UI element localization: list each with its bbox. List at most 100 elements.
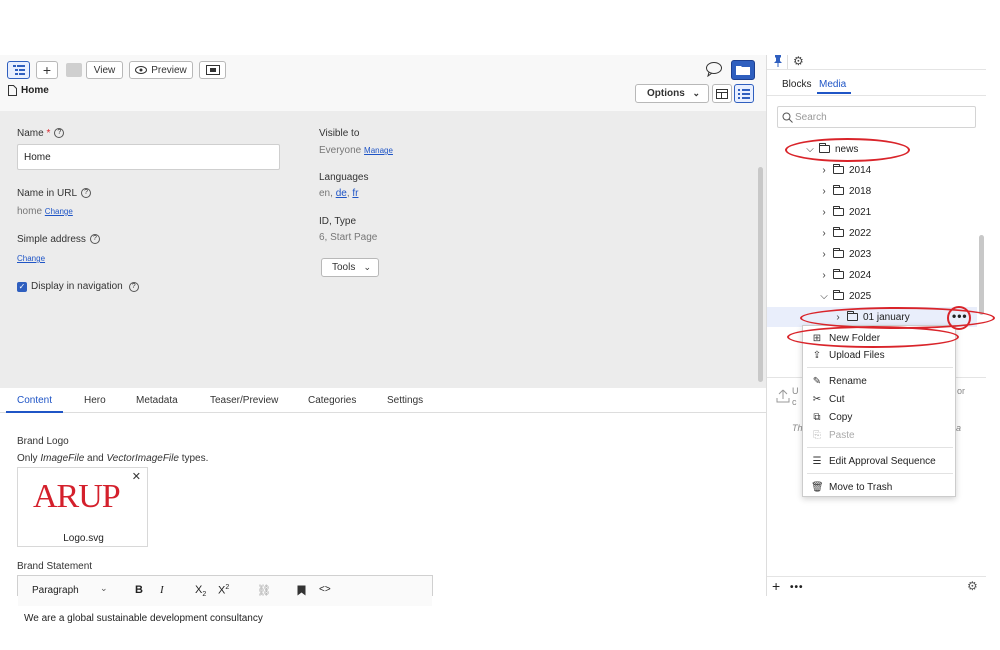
scrollbar[interactable] — [979, 235, 984, 315]
tab-media[interactable]: Media — [819, 79, 846, 90]
add-button[interactable]: + — [36, 61, 58, 79]
more-options-icon[interactable]: ••• — [952, 310, 968, 322]
brand-statement-text[interactable]: We are a global sustainable development … — [24, 613, 263, 624]
tree-item-2022[interactable]: › 2022 — [819, 223, 871, 243]
help-icon[interactable]: ? — [81, 188, 92, 199]
layout-list-button[interactable] — [734, 84, 754, 103]
tab-teaser-preview[interactable]: Teaser/Preview — [210, 395, 278, 406]
brand-logo-hint: Only ImageFile and VectorImageFile types… — [17, 453, 209, 464]
display-nav-checkbox[interactable]: ✓ — [17, 281, 27, 292]
fullscreen-button[interactable] — [199, 61, 226, 79]
drop-hint-partial: a — [956, 423, 962, 433]
help-icon[interactable]: ? — [128, 281, 139, 292]
superscript-icon[interactable]: X2 — [218, 584, 229, 597]
link-icon[interactable]: ⛓ — [257, 584, 271, 597]
menu-item-new-folder[interactable]: ⊞ New Folder — [811, 330, 880, 346]
tree-item-news[interactable]: ⌵ news — [805, 139, 858, 159]
drop-hint-partial: c — [792, 397, 797, 407]
menu-item-copy[interactable]: ⧉ Copy — [811, 409, 852, 425]
menu-item-upload-files[interactable]: ⇪ Upload Files — [811, 347, 885, 363]
tab-blocks[interactable]: Blocks — [782, 79, 811, 90]
folder-icon — [833, 185, 844, 195]
menu-item-cut[interactable]: ✂ Cut — [811, 391, 845, 407]
brand-logo-label: Brand Logo — [17, 436, 69, 447]
pin-icon[interactable] — [773, 55, 783, 70]
help-icon[interactable]: ? — [54, 128, 65, 139]
content-area: Brand Logo Only ImageFile and VectorImag… — [0, 413, 766, 624]
subscript-icon[interactable]: X2 — [195, 584, 206, 598]
paragraph-select[interactable]: Paragraph — [32, 585, 79, 596]
menu-item-rename[interactable]: ✎ Rename — [811, 373, 867, 389]
chevron-right-icon: › — [822, 185, 826, 197]
folder-icon — [833, 269, 844, 279]
italic-icon[interactable]: I — [160, 584, 164, 596]
menu-item-move-to-trash[interactable]: 🗑 Move to Trash — [811, 479, 892, 495]
tree-item-2024[interactable]: › 2024 — [819, 265, 871, 285]
toolbar: + View Preview Home Options ⌄ — [0, 55, 766, 111]
menu-item-edit-approval-sequence[interactable]: ☰ Edit Approval Sequence — [811, 453, 936, 469]
tools-dropdown[interactable]: Tools ⌄ — [321, 258, 379, 277]
logo-thumbnail[interactable]: ARUP ✕ Logo.svg — [17, 467, 148, 547]
options-dropdown[interactable]: Options ⌄ — [635, 84, 709, 103]
tab-settings[interactable]: Settings — [387, 395, 423, 406]
chevron-down-icon: ⌄ — [692, 88, 700, 98]
lang-de-link[interactable]: de — [336, 188, 347, 199]
name-in-url-label: Name in URL? — [17, 188, 92, 199]
chevron-down-icon: ⌵ — [806, 143, 814, 155]
chevron-down-icon: ⌄ — [100, 583, 108, 593]
lang-fr-link[interactable]: fr — [352, 188, 358, 199]
tab-hero[interactable]: Hero — [84, 395, 106, 406]
tree-item-2018[interactable]: › 2018 — [819, 181, 871, 201]
content-tabs: Content Hero Metadata Teaser/Preview Cat… — [0, 388, 766, 413]
tab-categories[interactable]: Categories — [308, 395, 356, 406]
change-url-link[interactable]: Change — [45, 207, 73, 216]
comment-icon[interactable] — [705, 61, 723, 78]
folder-icon — [833, 206, 844, 216]
scissors-icon: ✂ — [812, 393, 822, 405]
divider — [787, 55, 788, 69]
context-menu: ⊞ New Folder ⇪ Upload Files ✎ Rename ✂ Cut ⧉… — [802, 325, 956, 497]
checklist-icon: ☰ — [812, 455, 822, 467]
scrollbar[interactable] — [758, 167, 763, 382]
tree-item-2014[interactable]: › 2014 — [819, 160, 871, 180]
simple-address-change-link[interactable]: Change — [17, 253, 45, 264]
remove-logo-icon[interactable]: ✕ — [132, 470, 141, 483]
visible-to-label: Visible to — [319, 128, 360, 139]
manage-link[interactable]: Manage — [364, 146, 393, 155]
list-icon — [738, 88, 750, 99]
layout-split-button[interactable] — [712, 84, 732, 103]
bookmark-icon[interactable] — [297, 585, 306, 599]
paste-icon: ⎘ — [813, 429, 821, 441]
help-icon[interactable]: ? — [89, 234, 100, 245]
drop-hint-partial: Th — [792, 423, 803, 433]
tab-content[interactable]: Content — [17, 395, 52, 406]
code-icon[interactable]: <> — [319, 584, 331, 595]
visible-to-value: Everyone Manage — [319, 145, 393, 156]
gear-icon[interactable]: ⚙ — [967, 579, 978, 593]
folder-icon — [833, 248, 844, 258]
folder-icon — [833, 227, 844, 237]
search-placeholder: Search — [795, 112, 827, 123]
tree-item-01-january[interactable]: › 01 january — [833, 307, 910, 327]
copy-icon: ⧉ — [813, 411, 821, 423]
active-tab-indicator — [817, 92, 851, 94]
library-toggle-button[interactable] — [731, 60, 755, 80]
upload-icon: ⇪ — [812, 349, 822, 361]
search-input[interactable]: Search — [777, 106, 976, 128]
name-input[interactable]: Home — [17, 144, 280, 170]
gear-icon[interactable]: ⚙ — [793, 54, 804, 68]
more-icon[interactable]: ••• — [790, 582, 804, 593]
tab-metadata[interactable]: Metadata — [136, 395, 178, 406]
preview-button[interactable]: Preview — [129, 61, 193, 79]
page-tree-toggle-button[interactable] — [7, 61, 30, 79]
id-type-label: ID, Type — [319, 216, 357, 227]
view-button[interactable]: View — [86, 61, 123, 79]
tree-item-2021[interactable]: › 2021 — [819, 202, 871, 222]
tree-item-2023[interactable]: › 2023 — [819, 244, 871, 264]
tree-item-2025[interactable]: ⌵ 2025 — [819, 286, 871, 306]
bold-icon[interactable]: B — [135, 584, 143, 596]
trash-icon: 🗑 — [811, 481, 824, 493]
name-in-url-value: home Change — [17, 206, 73, 217]
menu-separator — [807, 473, 953, 474]
add-icon[interactable]: + — [772, 578, 780, 594]
